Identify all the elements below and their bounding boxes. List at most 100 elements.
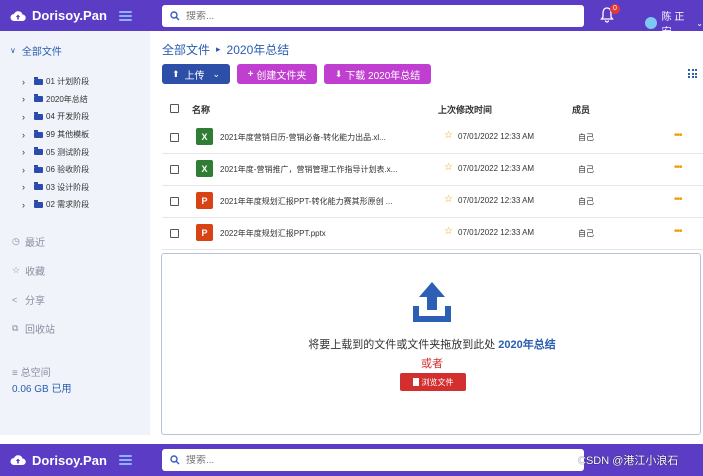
brand-name: Dorisoy.Pan (32, 8, 107, 23)
sidebar-item-all-files[interactable]: ∨ 全部文件 (10, 43, 62, 58)
modified-time: 07/01/2022 12:33 AM (458, 228, 535, 237)
excel-file-icon: X (196, 160, 213, 177)
brand[interactable]: Dorisoy.Pan (0, 8, 150, 24)
search-icon (170, 11, 180, 21)
more-options-icon[interactable]: ••• (674, 130, 682, 141)
breadcrumb-current: 2020年总结 (226, 43, 290, 57)
folder-label: 06 验收阶段 (46, 165, 90, 175)
folder-icon (34, 164, 43, 173)
folder-item[interactable]: › 06 验收阶段 (22, 161, 89, 179)
file-name[interactable]: 2022年年度规划汇报PPT.pptx (220, 228, 326, 239)
sidebar-item-recent[interactable]: ◷ 最近 (12, 234, 45, 249)
table-row[interactable]: X 2021年度-营销推广，营销管理工作指导计划表.x... ☆ 07/01/2… (162, 154, 703, 186)
chevron-right-icon[interactable]: › (22, 130, 34, 140)
breadcrumb-root[interactable]: 全部文件 (162, 41, 210, 58)
table-row[interactable]: P 2021年年度规划汇报PPT-转化能力赛其形原创 ... ☆ 07/01/2… (162, 186, 703, 218)
menu-toggle-icon[interactable] (118, 455, 132, 465)
chevron-right-icon[interactable]: › (22, 94, 34, 104)
chevron-down-icon: ⌄ (212, 68, 221, 79)
star-icon[interactable]: ☆ (444, 194, 453, 205)
search-icon (170, 455, 180, 465)
watermark: CSDN @港江小浪石 (578, 455, 679, 467)
folder-icon (34, 182, 43, 191)
table-header: 名称 上次修改时间 成员 (150, 97, 703, 121)
clock-icon: ◷ (12, 236, 20, 246)
download-button[interactable]: ⬇ 下载 2020年总结 (324, 64, 431, 84)
row-checkbox[interactable] (170, 197, 179, 206)
sidebar-item-recycle-bin[interactable]: ⧉ 回收站 (12, 321, 55, 336)
header-modified[interactable]: 上次修改时间 (438, 103, 492, 116)
chevron-right-icon[interactable]: › (22, 165, 34, 175)
upload-dropzone[interactable]: 将要上载到的文件或文件夹拖放到此处 2020年总结 或者 浏览文件 (161, 253, 701, 435)
file-name[interactable]: 2021年年度规划汇报PPT-转化能力赛其形原创 ... (220, 196, 392, 207)
brand[interactable]: Dorisoy.Pan (0, 452, 150, 468)
more-options-icon[interactable]: ••• (674, 162, 682, 173)
folder-item[interactable]: › 99 其他模板 (22, 126, 89, 144)
star-icon[interactable]: ☆ (444, 162, 453, 173)
folder-item[interactable]: › 04 开发阶段 (22, 108, 89, 126)
download-icon: ⬇ (334, 68, 343, 79)
chevron-right-icon[interactable]: › (22, 200, 34, 210)
recycle-icon: ⧉ (12, 323, 19, 333)
star-icon[interactable]: ☆ (444, 226, 453, 237)
notification-badge: 0 (610, 4, 620, 14)
sidebar-item-share[interactable]: < 分享 (12, 292, 45, 308)
folder-tree: › 01 计划阶段 › 2020年总结 › 04 开发阶段 › 99 其他模板 › 05 … (22, 73, 89, 214)
more-options-icon[interactable]: ••• (674, 226, 682, 237)
nav-label: 收藏 (25, 267, 45, 278)
dropzone-text: 将要上载到的文件或文件夹拖放到此处 2020年总结 (162, 336, 702, 352)
search-input[interactable] (186, 454, 566, 466)
cloud-upload-icon (10, 455, 26, 465)
upload-icon: ⬆ (171, 68, 180, 79)
folder-item[interactable]: › 02 需求阶段 (22, 196, 89, 214)
search-box[interactable] (162, 449, 584, 471)
chevron-down-icon: ∨ (10, 46, 16, 55)
table-row[interactable]: P 2022年年度规划汇报PPT.pptx ☆ 07/01/2022 12:33… (162, 218, 703, 250)
folder-label: 2020年总结 (46, 94, 88, 104)
chevron-right-icon[interactable]: › (22, 112, 34, 122)
create-folder-label: 创建文件夹 (256, 70, 307, 82)
storage-icon: ≡ (12, 368, 21, 379)
header-name[interactable]: 名称 (192, 103, 210, 116)
search-input[interactable] (186, 10, 566, 22)
caret-right-icon: ▸ (216, 44, 221, 54)
folder-item[interactable]: › 03 设计阶段 (22, 179, 89, 197)
grid-view-icon[interactable] (688, 69, 698, 78)
powerpoint-file-icon: P (196, 192, 213, 209)
breadcrumb: 全部文件 ▸ 2020年总结 (162, 41, 289, 58)
row-checkbox[interactable] (170, 229, 179, 238)
more-options-icon[interactable]: ••• (674, 194, 682, 205)
chevron-right-icon[interactable]: › (22, 182, 34, 192)
table-row[interactable]: X 2021年度营销日历-营销必备-转化能力出品.xl... ☆ 07/01/2… (162, 122, 703, 154)
folder-item[interactable]: › 2020年总结 (22, 91, 89, 109)
chevron-right-icon[interactable]: › (22, 147, 34, 157)
folder-icon (34, 94, 43, 103)
modified-time: 07/01/2022 12:33 AM (458, 132, 535, 141)
browse-files-button[interactable]: 浏览文件 (400, 373, 466, 391)
create-folder-button[interactable]: + 创建文件夹 (237, 64, 317, 84)
file-name[interactable]: 2021年度-营销推广，营销管理工作指导计划表.x... (220, 164, 397, 175)
folder-label: 05 测试阶段 (46, 147, 90, 157)
dropzone-target: 2020年总结 (498, 339, 556, 351)
dropzone-instruction: 将要上载到的文件或文件夹拖放到此处 (308, 339, 496, 351)
star-icon[interactable]: ☆ (444, 130, 453, 141)
folder-item[interactable]: › 01 计划阶段 (22, 73, 89, 91)
upload-button[interactable]: ⬆ 上传 ⌄ (162, 64, 230, 84)
menu-toggle-icon[interactable] (118, 10, 132, 21)
member: 自己 (578, 133, 594, 142)
folder-label: 04 开发阶段 (46, 112, 90, 122)
folder-icon (34, 129, 43, 138)
select-all-checkbox[interactable] (170, 104, 179, 113)
sidebar-item-favorites[interactable]: ☆ 收藏 (12, 263, 45, 278)
chevron-right-icon[interactable]: › (22, 77, 34, 87)
row-checkbox[interactable] (170, 165, 179, 174)
file-name[interactable]: 2021年度营销日历-营销必备-转化能力出品.xl... (220, 132, 386, 143)
dropzone-or: 或者 (421, 358, 443, 370)
powerpoint-file-icon: P (196, 224, 213, 241)
sidebar-root-label: 全部文件 (21, 47, 62, 58)
search-box[interactable] (162, 5, 584, 27)
folder-icon (34, 199, 43, 208)
member: 自己 (578, 165, 594, 174)
folder-item[interactable]: › 05 测试阶段 (22, 143, 89, 161)
row-checkbox[interactable] (170, 133, 179, 142)
